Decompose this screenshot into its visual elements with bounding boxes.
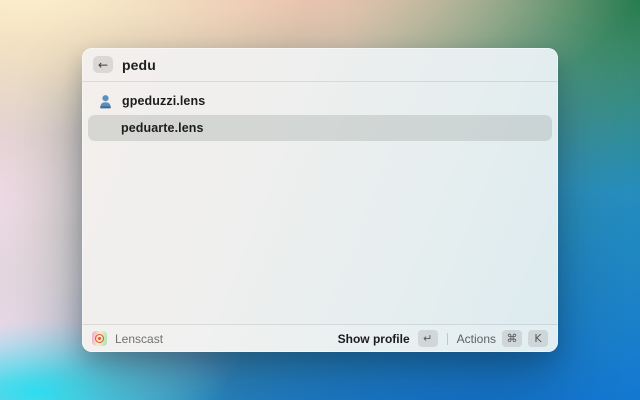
result-label: peduarte.lens [121,121,204,135]
footer-actions: Show profile ↵ Actions ⌘ K [338,330,548,347]
actions-button[interactable]: Actions [457,332,496,346]
logo-ring [95,334,104,343]
desktop-background: { "window": { "search": { "value": "pedu… [0,0,640,400]
results-list: gpeduzzi.lens peduarte.lens [82,82,558,141]
cmd-key-icon: ⌘ [502,330,522,347]
list-item-gpeduzzi[interactable]: gpeduzzi.lens [88,88,552,114]
list-item-peduarte[interactable]: peduarte.lens [88,115,552,141]
return-key-icon: ↵ [417,330,438,347]
footer-separator [446,332,448,345]
footer-bar: Lenscast Show profile ↵ Actions ⌘ K [82,325,558,352]
logo-dot [98,337,101,340]
person-avatar-icon [98,94,112,109]
app-name: Lenscast [115,331,164,346]
primary-action-label[interactable]: Show profile [338,332,410,346]
photo-avatar-icon [98,121,111,136]
arrow-left-icon: ← [97,57,109,72]
k-key-icon: K [528,330,548,347]
back-button[interactable]: ← [93,56,113,73]
empty-results-area [82,141,558,324]
command-palette-window: ← pedu gpeduzzi.lens peduarte.lens Lensc… [82,48,558,352]
result-label: gpeduzzi.lens [122,94,206,108]
search-input[interactable]: pedu [122,57,156,73]
search-bar: ← pedu [82,48,558,81]
lenscast-logo-icon [92,331,107,346]
